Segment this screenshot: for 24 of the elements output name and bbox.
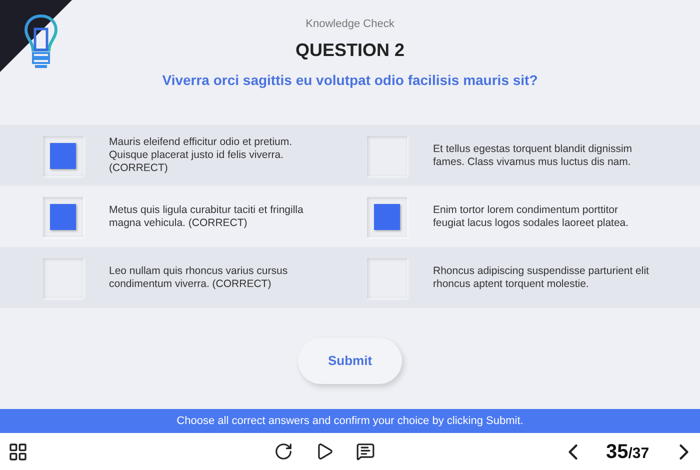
submit-button[interactable]: Submit <box>298 338 402 384</box>
answer-text: Enim tortor lorem condimentum porttitor feugiat lacus logos sodales laoreet platea. <box>433 204 630 230</box>
answer-checkbox[interactable] <box>367 258 407 298</box>
answer-text: Mauris eleifend efficitur odio et pretium. Quisque placerat justo id felis viverra. (CORRECT) <box>109 136 294 175</box>
question-title: QUESTION 2 <box>295 38 405 62</box>
total-pages: /37 <box>628 444 650 464</box>
answer-text: Leo nullam quis rhoncus varius cursus condimentum viverra. (CORRECT) <box>109 264 289 290</box>
answer-text: Et tellus egestas torquent blandit dignissim fames. Class vivamus mus luctus dis nam. <box>433 142 634 168</box>
replay-icon[interactable] <box>274 442 293 461</box>
answer-checkbox[interactable] <box>367 196 407 236</box>
play-icon[interactable] <box>315 442 334 461</box>
answer-text: Rhoncus adipiscing suspendisse parturient elit rhoncus aptent torquent molestie. <box>433 264 650 290</box>
current-page: 35 <box>606 440 628 464</box>
question-text: Viverra orci sagittis eu volutpat odio facilisis mauris sit? <box>162 70 538 90</box>
menu-grid-icon[interactable] <box>8 442 28 462</box>
answer-text: Metus quis ligula curabitur taciti et fringilla magna vehicula. (CORRECT) <box>109 204 304 230</box>
answer-checkbox[interactable] <box>43 196 83 236</box>
answer-checkbox[interactable] <box>43 136 83 176</box>
answer-checkbox[interactable] <box>43 258 83 298</box>
corner-triangle <box>0 0 72 72</box>
instruction-bar: Choose all correct answers and confirm your choice by clicking Submit. <box>0 409 700 433</box>
subtitle: Knowledge Check <box>306 17 394 32</box>
comment-icon[interactable] <box>356 442 375 461</box>
answer-checkbox[interactable] <box>367 136 407 176</box>
